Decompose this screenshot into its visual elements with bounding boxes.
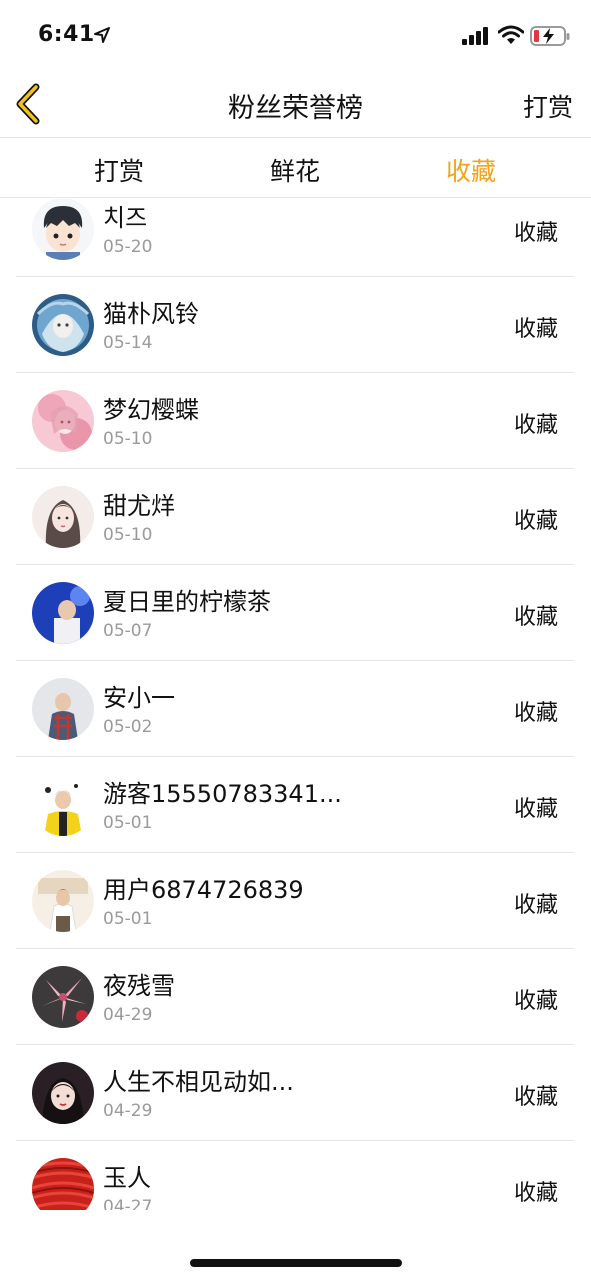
- fan-date: 05-07: [103, 621, 153, 641]
- wifi-icon: [498, 25, 524, 44]
- fan-name: 游客15550783341...: [103, 780, 342, 808]
- avatar[interactable]: [32, 678, 94, 740]
- fan-name: 安小一: [103, 684, 175, 712]
- fan-name: 猫朴风铃: [103, 300, 199, 328]
- nav-reward-button[interactable]: 打赏: [523, 88, 573, 124]
- page-title: 粉丝荣誉榜: [228, 93, 363, 124]
- action-label: 收藏: [513, 221, 558, 246]
- location-arrow-icon: [94, 27, 110, 43]
- tab-favorites[interactable]: 收藏: [411, 152, 531, 188]
- fan-date: 05-10: [103, 429, 153, 449]
- avatar[interactable]: [32, 966, 94, 1028]
- fan-name: 夏日里的柠檬茶: [103, 588, 271, 616]
- anime-blue-avatar: [32, 294, 94, 356]
- avatar[interactable]: [32, 199, 94, 260]
- tab-reward[interactable]: 打赏: [59, 152, 179, 188]
- fan-list-item[interactable]: 用户6874726839 05-01 收藏: [16, 853, 574, 949]
- fan-list-item[interactable]: 玉人 04-27 收藏: [16, 1141, 574, 1210]
- action-label: 收藏: [513, 317, 558, 342]
- action-label: 收藏: [513, 413, 558, 438]
- lily-flower-avatar: [32, 966, 94, 1028]
- fan-list-item[interactable]: 夜残雪 04-29 收藏: [16, 949, 574, 1045]
- battery-low-charging-icon: [530, 26, 570, 46]
- fan-date: 05-20: [103, 237, 153, 257]
- fan-name: 人生不相见动如...: [103, 1068, 294, 1096]
- avatar[interactable]: [32, 870, 94, 932]
- fan-date: 05-14: [103, 333, 153, 353]
- action-label: 收藏: [513, 509, 558, 534]
- avatar[interactable]: [32, 486, 94, 548]
- fan-name: 用户6874726839: [103, 876, 304, 904]
- fan-list-item[interactable]: 梦幻樱蝶 05-10 收藏: [16, 373, 574, 469]
- fan-list-item[interactable]: 夏日里的柠檬茶 05-07 收藏: [16, 565, 574, 661]
- home-indicator[interactable]: [190, 1259, 402, 1267]
- pink-anime-avatar: [32, 390, 94, 452]
- status-bar: 6:41: [0, 0, 591, 70]
- action-label: 收藏: [513, 1085, 558, 1110]
- plaid-shirt-avatar: [32, 678, 94, 740]
- fan-list-item[interactable]: 人生不相见动如... 04-29 收藏: [16, 1045, 574, 1141]
- fan-list-item[interactable]: 猫朴风铃 05-14 收藏: [16, 277, 574, 373]
- fan-date: 04-29: [103, 1101, 153, 1121]
- action-label: 收藏: [513, 893, 558, 918]
- portrait-woman-avatar: [32, 1062, 94, 1124]
- yellow-jacket-avatar: [32, 774, 94, 836]
- action-label: 收藏: [513, 605, 558, 630]
- avatar[interactable]: [32, 774, 94, 836]
- fan-list-item[interactable]: 치즈 05-20 收藏: [16, 199, 574, 277]
- fan-name: 夜残雪: [103, 972, 175, 1000]
- fan-date: 04-29: [103, 1005, 153, 1025]
- red-pattern-avatar: [32, 1158, 94, 1210]
- cellular-signal-icon: [462, 27, 488, 45]
- status-time: 6:41: [38, 22, 95, 47]
- fan-name: 梦幻樱蝶: [103, 396, 199, 424]
- fan-name: 玉人: [103, 1164, 151, 1192]
- fan-date: 04-27: [103, 1197, 153, 1210]
- fan-date: 05-02: [103, 717, 153, 737]
- cartoon-boy-avatar: [32, 199, 94, 260]
- stage-photo-avatar: [32, 582, 94, 644]
- fan-name: 甜尤烊: [103, 492, 175, 520]
- fan-date: 05-01: [103, 813, 153, 833]
- fan-list[interactable]: 치즈 05-20 收藏 猫朴风铃 05-14 收藏 梦幻樱蝶 05-10 收藏 甜尤烊 05-10 收…: [0, 199, 591, 1210]
- fan-list-item[interactable]: 游客15550783341... 05-01 收藏: [16, 757, 574, 853]
- action-label: 收藏: [513, 1181, 558, 1206]
- action-label: 收藏: [513, 989, 558, 1014]
- fan-date: 05-10: [103, 525, 153, 545]
- sketch-girl-avatar: [32, 486, 94, 548]
- tab-bar: 打赏 鲜花 收藏: [0, 138, 591, 198]
- seated-person-avatar: [32, 870, 94, 932]
- fan-date: 05-01: [103, 909, 153, 929]
- action-label: 收藏: [513, 701, 558, 726]
- fan-list-item[interactable]: 甜尤烊 05-10 收藏: [16, 469, 574, 565]
- navigation-bar: 粉丝荣誉榜 打赏: [0, 70, 591, 138]
- avatar[interactable]: [32, 582, 94, 644]
- fan-name: 치즈: [103, 204, 148, 232]
- avatar[interactable]: [32, 1062, 94, 1124]
- avatar[interactable]: [32, 294, 94, 356]
- tab-flowers[interactable]: 鲜花: [235, 152, 355, 188]
- fan-list-item[interactable]: 安小一 05-02 收藏: [16, 661, 574, 757]
- avatar[interactable]: [32, 390, 94, 452]
- avatar[interactable]: [32, 1158, 94, 1210]
- action-label: 收藏: [513, 797, 558, 822]
